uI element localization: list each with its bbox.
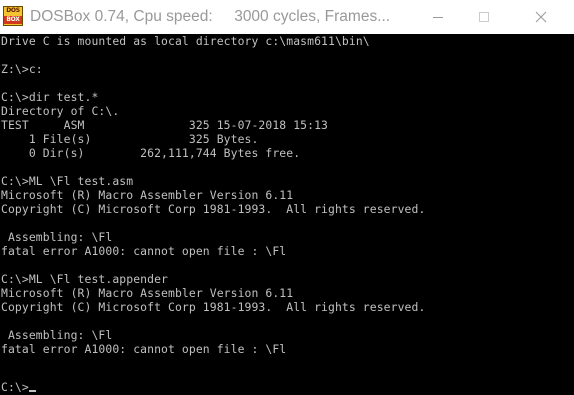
console-line: TEST ASM 325 15-07-2018 15:13 (1, 118, 329, 132)
console-line: C:\>ML \Fl test.asm (1, 174, 134, 188)
console-line: Drive C is mounted as local directory c:… (1, 34, 370, 48)
console-line: Microsoft (R) Macro Assembler Version 6.… (1, 286, 294, 300)
console-line: fatal error A1000: cannot open file : \F… (1, 244, 287, 258)
console-line: Microsoft (R) Macro Assembler Version 6.… (1, 188, 294, 202)
console-line: Assembling: \Fl (1, 230, 113, 244)
window-title: DOSBox 0.74, Cpu speed: 3000 cycles, Fra… (30, 8, 391, 25)
console-line: 1 File(s) 325 Bytes. (1, 132, 259, 146)
command-prompt: C:\> (1, 380, 29, 394)
minimize-icon (433, 17, 443, 18)
console-line: Z:\>c: (1, 62, 43, 76)
command-prompt-line[interactable]: C:\> (1, 380, 36, 394)
minimize-button[interactable] (415, 0, 461, 34)
close-icon (535, 11, 547, 23)
console-line: Copyright (C) Microsoft Corp 1981-1993. … (1, 202, 426, 216)
console-line: Copyright (C) Microsoft Corp 1981-1993. … (1, 300, 426, 314)
console-line: Directory of C:\. (1, 104, 120, 118)
maximize-icon (479, 12, 489, 22)
dosbox-icon-top-text: DOS (6, 7, 20, 14)
console-line: Assembling: \Fl (1, 328, 113, 342)
console-line: C:\>ML \Fl test.appender (1, 272, 168, 286)
maximize-button[interactable] (461, 0, 507, 34)
console-line: C:\>dir test.* (1, 90, 99, 104)
dosbox-icon[interactable]: DOS BOX (3, 6, 23, 26)
close-button[interactable] (518, 0, 564, 34)
dosbox-icon-bottom-text: BOX (4, 16, 22, 24)
dosbox-window: DOS BOX DOSBox 0.74, Cpu speed: 3000 cyc… (0, 0, 574, 395)
console-line: fatal error A1000: cannot open file : \F… (1, 342, 287, 356)
dos-console[interactable]: Drive C is mounted as local directory c:… (0, 34, 574, 395)
title-bar[interactable]: DOS BOX DOSBox 0.74, Cpu speed: 3000 cyc… (0, 0, 574, 34)
console-line: 0 Dir(s) 262,111,744 Bytes free. (1, 146, 301, 160)
text-cursor (28, 390, 36, 392)
